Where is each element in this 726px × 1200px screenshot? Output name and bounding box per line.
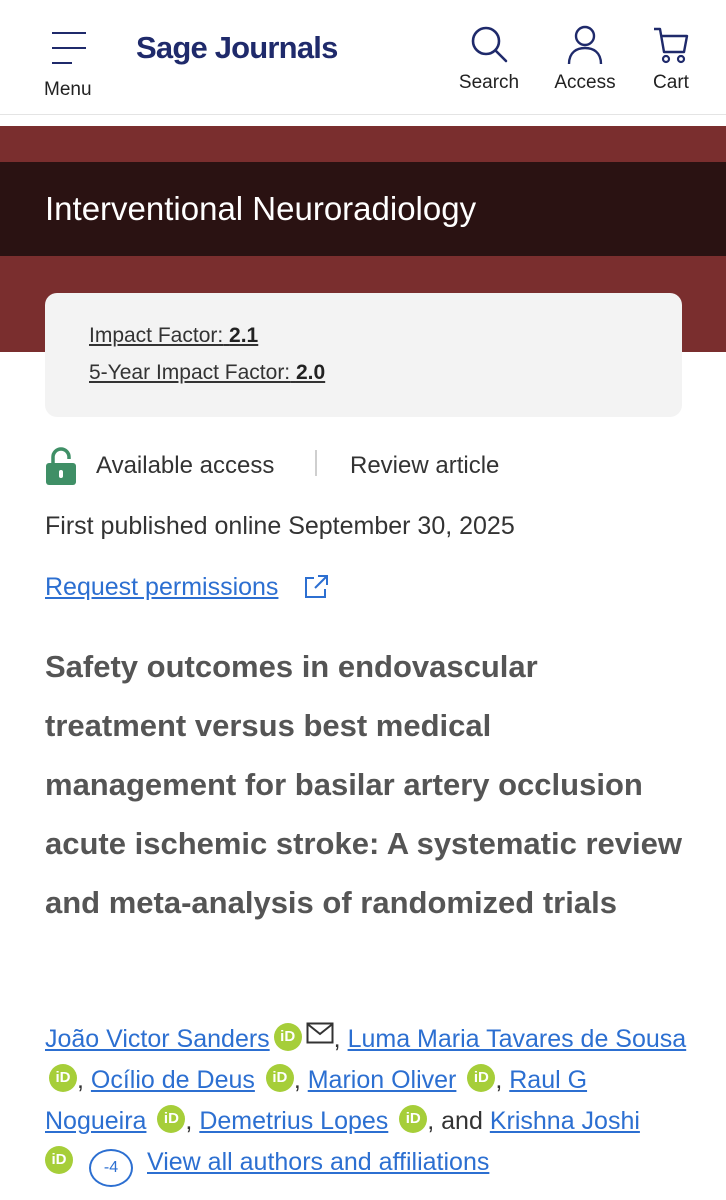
user-icon: [554, 24, 616, 68]
hidden-authors-badge[interactable]: -4: [89, 1149, 133, 1187]
author-link[interactable]: Demetrius Lopes: [199, 1107, 388, 1135]
search-label: Search: [458, 72, 520, 93]
author-link[interactable]: Luma Maria Tavares de Sousa: [348, 1025, 687, 1053]
five-year-impact-factor-link[interactable]: 5-Year Impact Factor: 2.0: [89, 361, 325, 385]
five-year-impact-factor-value: 2.0: [295, 361, 326, 384]
access-label: Access: [554, 72, 616, 93]
meta-divider: [315, 450, 317, 476]
publication-date: First published online September 30, 202…: [45, 512, 515, 540]
impact-factor-value: 2.1: [229, 324, 259, 347]
journal-title-bar: Interventional Neuroradiology: [0, 162, 726, 256]
cart-label: Cart: [653, 72, 689, 93]
author-link[interactable]: Ocílio de Deus: [91, 1066, 255, 1094]
lock-icon: [45, 446, 77, 493]
search-button[interactable]: Search: [458, 24, 520, 94]
impact-factor-label: Impact Factor:: [89, 324, 224, 347]
journal-title[interactable]: Interventional Neuroradiology: [45, 190, 476, 228]
cart-button[interactable]: Cart: [648, 24, 694, 94]
article-title: Safety outcomes in endovascular treatmen…: [45, 649, 682, 920]
author-link[interactable]: Krishna Joshi: [490, 1107, 640, 1135]
orcid-icon[interactable]: iD: [265, 1064, 294, 1092]
article-type: Review article: [350, 452, 500, 479]
five-year-impact-factor-label: 5-Year Impact Factor:: [89, 361, 291, 384]
sage-journals-logo[interactable]: Sage Journals: [136, 30, 338, 66]
orcid-icon[interactable]: iD: [49, 1064, 77, 1092]
journal-band-top: [0, 126, 726, 162]
cart-icon: [648, 24, 694, 68]
menu-label: Menu: [44, 79, 92, 100]
orcid-icon[interactable]: iD: [273, 1023, 302, 1051]
orcid-icon[interactable]: iD: [157, 1105, 186, 1133]
impact-factor-card: Impact Factor: 2.1 5-Year Impact Factor:…: [45, 293, 682, 417]
site-header: Menu Sage Journals Search Access Cart: [0, 0, 726, 115]
access-button[interactable]: Access: [554, 24, 616, 94]
orcid-icon[interactable]: iD: [399, 1105, 428, 1133]
author-list: João Victor Sanders iD, Luma Maria Tavare…: [45, 1016, 695, 1187]
impact-factor-link[interactable]: Impact Factor: 2.1: [89, 324, 258, 348]
orcid-icon[interactable]: iD: [45, 1146, 73, 1174]
orcid-icon[interactable]: iD: [467, 1064, 496, 1092]
view-all-authors-link[interactable]: View all authors and affiliations: [147, 1148, 489, 1176]
access-type: Available access: [96, 452, 275, 479]
search-icon: [458, 24, 520, 68]
mail-icon[interactable]: [306, 1016, 334, 1057]
author-link[interactable]: Marion Oliver: [308, 1066, 457, 1094]
menu-button[interactable]: Menu: [40, 28, 100, 100]
author-conjunction: and: [441, 1107, 483, 1135]
author-link[interactable]: João Victor Sanders: [45, 1025, 270, 1053]
request-permissions-link[interactable]: Request permissions: [45, 573, 278, 602]
menu-icon: [52, 32, 86, 77]
external-link-icon[interactable]: [302, 573, 330, 606]
